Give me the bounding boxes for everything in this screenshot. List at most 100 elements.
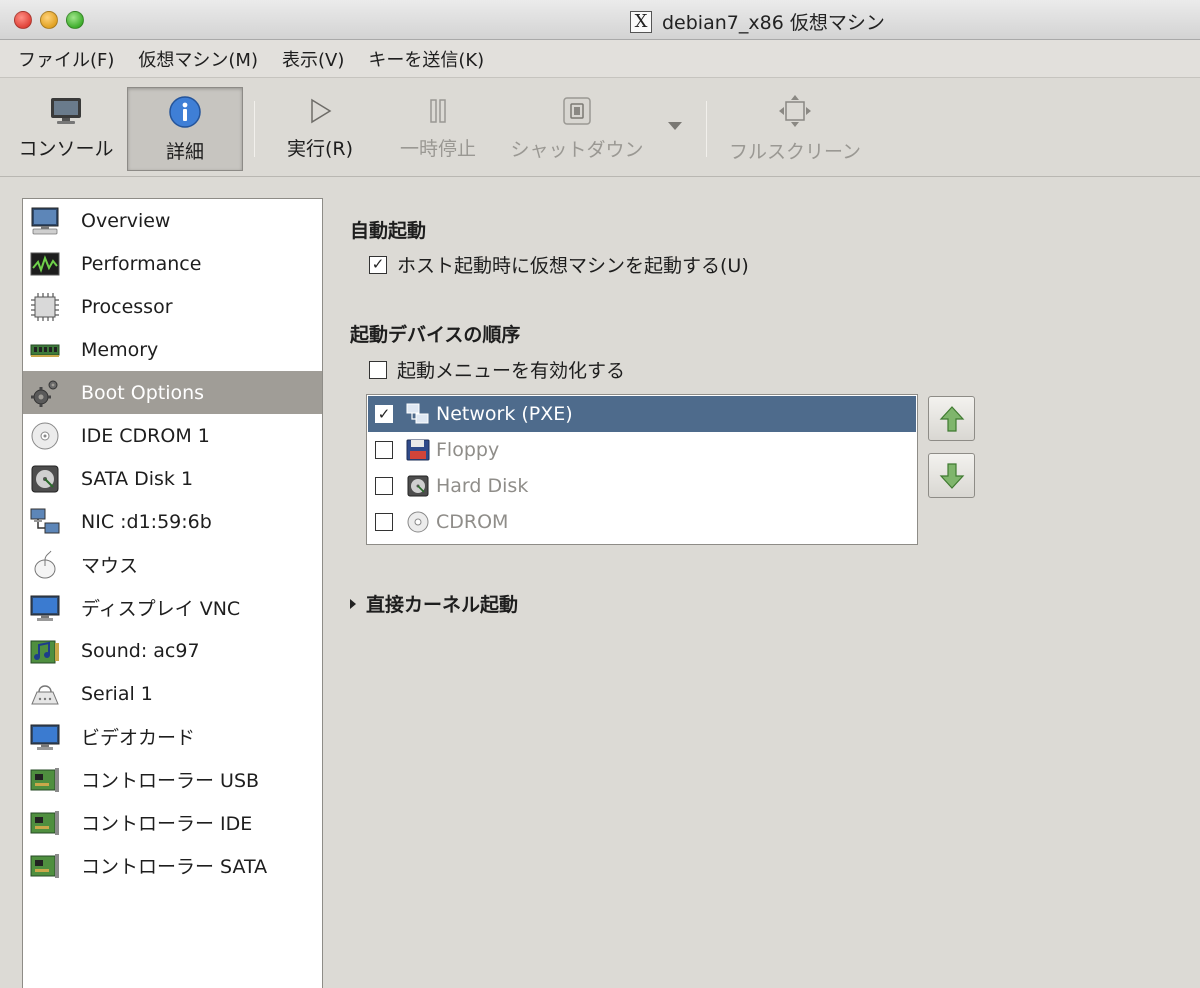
boot-device-checkbox[interactable] [375,513,393,531]
move-down-button[interactable] [928,453,975,498]
pause-icon [430,98,446,123]
sidebar-item-overview[interactable]: Overview [23,199,322,242]
sidebar-item-label: Sound: ac97 [81,639,200,662]
controller-card-icon [30,811,59,835]
menu-view[interactable]: 表示(V) [282,46,344,72]
boot-device-checkbox[interactable] [375,441,393,459]
details-label: 詳細 [165,140,204,163]
sidebar-item-label: IDE CDROM 1 [81,424,210,447]
display-icon [30,595,60,621]
close-window-button[interactable] [14,11,32,29]
menu-virtual-machine[interactable]: 仮想マシン(M) [138,46,258,72]
boot-device-cdrom[interactable]: CDROM [368,504,916,540]
memory-module-icon [30,344,60,357]
sidebar-item-memory[interactable]: Memory [23,328,322,371]
network-icon [406,403,429,424]
boot-device-floppy[interactable]: Floppy [368,432,916,468]
fullscreen-icon [779,94,811,127]
sidebar-item-display[interactable]: ディスプレイ VNC [23,586,322,629]
shutdown-button[interactable]: シャットダウン [502,79,652,177]
sidebar-item-label: ビデオカード [81,727,196,749]
sidebar-item-label: Serial 1 [81,682,153,705]
cdrom-icon [407,511,429,533]
sidebar-item-sata-disk[interactable]: SATA Disk 1 [23,457,322,500]
boot-device-checkbox[interactable] [375,477,393,495]
sidebar-item-serial[interactable]: Serial 1 [23,672,322,715]
sidebar-item-controller-ide[interactable]: コントローラー IDE [23,801,322,844]
sidebar-item-performance[interactable]: Performance [23,242,322,285]
minimize-window-button[interactable] [40,11,58,29]
menu-send-key[interactable]: キーを送信(K) [368,46,484,72]
boot-device-label: Hard Disk [436,475,529,497]
sidebar-item-label: Overview [81,209,171,232]
controller-card-icon [30,854,59,878]
sidebar-item-controller-sata[interactable]: コントローラー SATA [23,844,322,887]
pause-button[interactable]: 一時停止 [388,79,488,177]
title-wrap: X debian7_x86 仮想マシン [630,8,885,35]
boot-menu-checkbox[interactable] [369,360,387,379]
fullscreen-button[interactable]: フルスクリーン [720,79,870,177]
shutdown-dropdown-arrow-icon[interactable] [668,122,682,130]
boot-device-label: CDROM [436,511,509,533]
sound-card-icon [30,640,59,664]
run-button[interactable]: 実行(R) [270,79,370,177]
sidebar-item-label: NIC :d1:59:6b [81,510,212,533]
window-title: debian7_x86 仮想マシン [662,12,885,34]
sidebar-item-processor[interactable]: Processor [23,285,322,328]
performance-graph-icon [30,252,60,276]
boot-device-label: Floppy [436,439,500,461]
sidebar-item-controller-usb[interactable]: コントローラー USB [23,758,322,801]
sidebar-item-label: コントローラー USB [81,770,260,792]
cdrom-icon [31,422,59,450]
arrow-down-icon [939,462,964,489]
sidebar-item-boot-options[interactable]: Boot Options [23,371,322,414]
sidebar-item-label: コントローラー SATA [81,856,268,878]
sidebar-item-video-card[interactable]: ビデオカード [23,715,322,758]
autostart-checkbox-row[interactable]: ✓ ホスト起動時に仮想マシンを起動する(U) [369,251,749,278]
sidebar-item-label: SATA Disk 1 [81,467,194,490]
toolbar-separator [254,101,255,157]
monitor-icon [31,207,59,235]
hard-disk-icon [407,475,429,497]
play-icon [311,98,332,123]
toolbar: コンソール 詳細 実行(R) 一時停止 シャットダウン フルスクリーン [0,79,1200,177]
autostart-checkbox[interactable]: ✓ [369,255,387,274]
network-icon [30,508,60,534]
serial-port-icon [31,685,59,705]
boot-device-hard-disk[interactable]: Hard Disk [368,468,916,504]
details-button[interactable]: 詳細 [127,87,243,171]
move-up-button[interactable] [928,396,975,441]
toolbar-separator [706,101,707,157]
run-label: 実行(R) [286,137,354,160]
sidebar-item-nic[interactable]: NIC :d1:59:6b [23,500,322,543]
hard-disk-icon [31,465,59,493]
mouse-icon [34,550,56,579]
title-bar: X debian7_x86 仮想マシン [0,0,1200,40]
boot-device-network[interactable]: ✓ Network (PXE) [368,396,916,432]
zoom-window-button[interactable] [66,11,84,29]
info-icon [169,95,201,128]
controller-card-icon [30,768,59,792]
boot-device-checkbox[interactable]: ✓ [375,405,393,423]
sidebar-item-mouse[interactable]: マウス [23,543,322,586]
floppy-icon [406,439,430,461]
cpu-chip-icon [31,293,59,321]
sidebar-item-label: Performance [81,252,202,275]
boot-device-label: Network (PXE) [436,403,573,425]
autostart-heading: 自動起動 [350,220,427,242]
sidebar-item-label: コントローラー IDE [81,813,253,835]
sidebar-item-ide-cdrom[interactable]: IDE CDROM 1 [23,414,322,457]
expander-arrow-icon [350,598,356,609]
menu-file[interactable]: ファイル(F) [18,46,114,72]
console-button[interactable]: コンソール [10,79,122,177]
hardware-list: Overview Performance Processor Memory Bo… [22,198,323,988]
sidebar-item-label: Processor [81,295,173,318]
boot-menu-checkbox-row[interactable]: 起動メニューを有効化する [369,356,625,383]
direct-kernel-boot-expander[interactable]: 直接カーネル起動 [350,590,518,617]
pause-label: 一時停止 [399,137,476,160]
boot-order-heading: 起動デバイスの順序 [350,324,521,346]
monitor-icon [51,97,81,124]
sidebar-item-label: Memory [81,338,159,361]
sidebar-item-sound[interactable]: Sound: ac97 [23,629,322,672]
boot-menu-checkbox-label: 起動メニューを有効化する [397,360,626,382]
